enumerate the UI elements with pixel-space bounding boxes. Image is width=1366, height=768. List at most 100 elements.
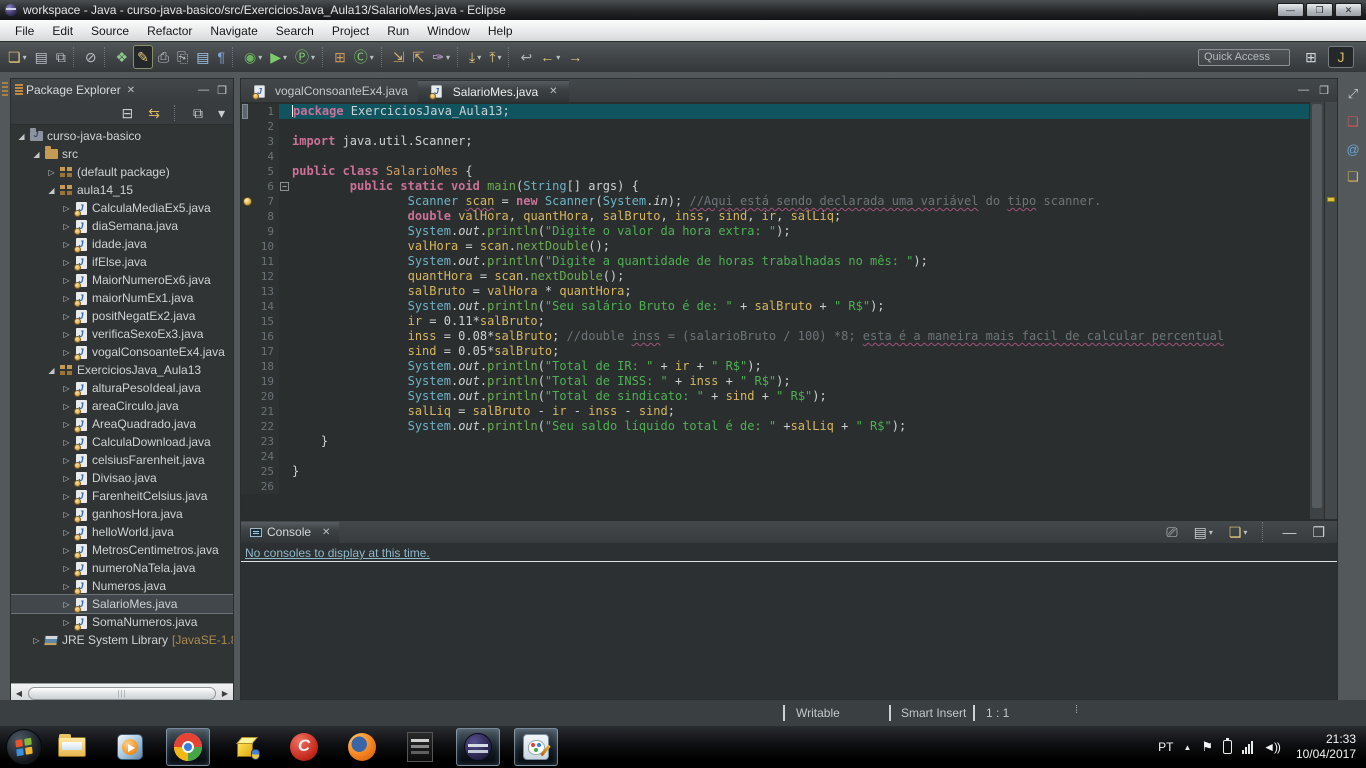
annotate-button[interactable]: ✑▾ bbox=[429, 45, 453, 69]
taskbar-google-chrome-button[interactable] bbox=[166, 728, 210, 766]
new-connection-button[interactable]: ❖ bbox=[113, 45, 132, 69]
close-view-icon[interactable]: ✕ bbox=[127, 85, 135, 96]
link-with-editor-button[interactable]: ⇆ bbox=[145, 101, 163, 125]
warning-marker[interactable] bbox=[1327, 197, 1335, 202]
scrollbar-thumb[interactable] bbox=[1312, 104, 1322, 508]
new-java-class-dropdown-icon[interactable]: ▾ bbox=[370, 53, 374, 62]
tree-item-alturapesoideal-java[interactable]: ▷alturaPesoIdeal.java bbox=[11, 379, 233, 397]
code-line-20[interactable]: 20 System.out.println("Total de sindicat… bbox=[241, 389, 1309, 404]
menu-window[interactable]: Window bbox=[418, 22, 479, 40]
show-hidden-icons-icon[interactable]: ▲ bbox=[1183, 743, 1191, 752]
profile-dropdown-icon[interactable]: ▾ bbox=[311, 53, 315, 62]
code-line-9[interactable]: 9 System.out.println("Digite o valor da … bbox=[241, 224, 1309, 239]
close-console-icon[interactable]: ✕ bbox=[322, 527, 330, 538]
tree-item-areaquadrado-java[interactable]: ▷AreaQuadrado.java bbox=[11, 415, 233, 433]
debug-button[interactable]: ◉▾ bbox=[241, 45, 265, 69]
tree-item-numeros-java[interactable]: ▷Numeros.java bbox=[11, 577, 233, 595]
network-icon[interactable] bbox=[1242, 741, 1253, 754]
next-annotation-button[interactable]: ⤓▾ bbox=[466, 45, 484, 69]
open-console-button[interactable]: ⎚ bbox=[1163, 520, 1180, 544]
menu-source[interactable]: Source bbox=[82, 22, 138, 40]
tree-item-numeronatela-java[interactable]: ▷numeroNaTela.java bbox=[11, 559, 233, 577]
menu-navigate[interactable]: Navigate bbox=[201, 22, 266, 40]
code-line-3[interactable]: 3import java.util.Scanner; bbox=[241, 134, 1309, 149]
code-line-5[interactable]: 5public class SalarioMes { bbox=[241, 164, 1309, 179]
code-line-17[interactable]: 17 sind = 0.05*salBruto; bbox=[241, 344, 1309, 359]
menu-file[interactable]: File bbox=[6, 22, 43, 40]
view-drag-handle[interactable] bbox=[2, 82, 8, 98]
code-line-8[interactable]: 8 double valHora, quantHora, salBruto, i… bbox=[241, 209, 1309, 224]
package-explorer-title[interactable]: Package Explorer bbox=[26, 83, 121, 97]
profile-button[interactable]: Ⓟ▾ bbox=[292, 45, 318, 69]
run-dropdown-icon[interactable]: ▾ bbox=[283, 53, 287, 62]
expand-arrow-icon[interactable]: ▷ bbox=[60, 618, 73, 627]
menu-project[interactable]: Project bbox=[323, 22, 378, 40]
previous-annotation-dropdown-icon[interactable]: ▾ bbox=[497, 53, 501, 62]
tree-item-areacirculo-java[interactable]: ▷areaCirculo.java bbox=[11, 397, 233, 415]
expand-arrow-icon[interactable]: ▷ bbox=[60, 312, 73, 321]
open-resource-button[interactable]: ▤ bbox=[193, 45, 212, 69]
expand-arrow-icon[interactable]: ▷ bbox=[45, 168, 58, 177]
scroll-right-icon[interactable]: ▶ bbox=[217, 689, 233, 698]
code-line-4[interactable]: 4 bbox=[241, 149, 1309, 164]
maximize-editor-button[interactable]: ❒ bbox=[1319, 84, 1329, 97]
editor-vertical-scrollbar[interactable] bbox=[1309, 102, 1324, 519]
code-line-1[interactable]: 1package ExerciciosJava_Aula13; bbox=[241, 104, 1309, 119]
expand-arrow-icon[interactable]: ▷ bbox=[60, 420, 73, 429]
menu-edit[interactable]: Edit bbox=[43, 22, 82, 40]
tree-item-metroscentimetros-java[interactable]: ▷MetrosCentimetros.java bbox=[11, 541, 233, 559]
tree-item-maiornumex1-java[interactable]: ▷maiorNumEx1.java bbox=[11, 289, 233, 307]
start-button[interactable] bbox=[6, 729, 42, 765]
code-line-2[interactable]: 2 bbox=[241, 119, 1309, 134]
expand-arrow-icon[interactable]: ▷ bbox=[30, 636, 43, 645]
show-whitespace-button[interactable]: ¶ bbox=[214, 45, 228, 69]
view-menu-button[interactable]: ▾ bbox=[215, 101, 228, 125]
maximize-view-button[interactable]: ❒ bbox=[217, 84, 227, 97]
java-perspective-button[interactable]: J bbox=[1328, 46, 1354, 68]
menu-help[interactable]: Help bbox=[479, 22, 522, 40]
expand-arrow-icon[interactable]: ▷ bbox=[60, 492, 73, 501]
expand-arrow-icon[interactable]: ▷ bbox=[60, 600, 73, 609]
display-selected-console-dropdown-icon[interactable]: ▾ bbox=[1209, 528, 1213, 537]
code-line-26[interactable]: 26 bbox=[241, 479, 1309, 494]
forward-button[interactable]: → bbox=[565, 45, 585, 69]
taskbar-windows-explorer-button[interactable] bbox=[50, 728, 94, 766]
tree-item-diasemana-java[interactable]: ▷diaSemana.java bbox=[11, 217, 233, 235]
taskbar-eclipse-button[interactable] bbox=[456, 728, 500, 766]
tree-item-celsiusfarenheit-java[interactable]: ▷celsiusFarenheit.java bbox=[11, 451, 233, 469]
code-line-14[interactable]: 14 System.out.println("Seu salário Bruto… bbox=[241, 299, 1309, 314]
editor-tab-vogalconsoanteex4-java[interactable]: vogalConsoanteEx4.java bbox=[241, 80, 418, 102]
menu-search[interactable]: Search bbox=[267, 22, 323, 40]
last-edit-location-button[interactable]: ↩ bbox=[517, 45, 535, 69]
save-all-button[interactable]: ⧉ bbox=[53, 45, 69, 69]
tree-item-vogalconsoanteex4-java[interactable]: ▷vogalConsoanteEx4.java bbox=[11, 343, 233, 361]
expand-arrow-icon[interactable]: ▷ bbox=[60, 582, 73, 591]
code-line-19[interactable]: 19 System.out.println("Total de INSS: " … bbox=[241, 374, 1309, 389]
tree-item-aula14-15[interactable]: ◢aula14_15 bbox=[11, 181, 233, 199]
highlighter-button[interactable]: ✎ bbox=[133, 45, 153, 69]
restore-views-button[interactable]: ⤢ bbox=[1348, 86, 1358, 102]
tree-item-calculadownload-java[interactable]: ▷CalculaDownload.java bbox=[11, 433, 233, 451]
action-center-icon[interactable]: ⚑ bbox=[1201, 739, 1213, 755]
tree-item-somanumeros-java[interactable]: ▷SomaNumeros.java bbox=[11, 613, 233, 631]
expand-arrow-icon[interactable]: ◢ bbox=[30, 150, 43, 159]
code-line-24[interactable]: 24 bbox=[241, 449, 1309, 464]
taskbar-ccleaner-button[interactable] bbox=[282, 728, 326, 766]
collapse-icon[interactable]: − bbox=[280, 182, 289, 191]
new-wizard-button[interactable]: ❏▾ bbox=[5, 45, 30, 69]
expand-arrow-icon[interactable]: ▷ bbox=[60, 438, 73, 447]
overview-ruler[interactable] bbox=[1324, 102, 1337, 519]
debug-dropdown-icon[interactable]: ▾ bbox=[258, 53, 262, 62]
skip-breakpoints-button[interactable]: ⊘ bbox=[82, 45, 100, 69]
next-annotation-dropdown-icon[interactable]: ▾ bbox=[477, 53, 481, 62]
expand-arrow-icon[interactable]: ▷ bbox=[60, 240, 73, 249]
declaration-view-button[interactable]: ❏ bbox=[1347, 169, 1359, 185]
language-indicator[interactable]: PT bbox=[1158, 740, 1173, 754]
annotate-dropdown-icon[interactable]: ▾ bbox=[446, 53, 450, 62]
expand-arrow-icon[interactable]: ▷ bbox=[60, 222, 73, 231]
expand-arrow-icon[interactable]: ▷ bbox=[60, 402, 73, 411]
expand-arrow-icon[interactable]: ▷ bbox=[60, 474, 73, 483]
open-perspective-button[interactable]: ⊞ bbox=[1298, 46, 1324, 68]
close-tab-icon[interactable]: ✕ bbox=[549, 86, 557, 97]
editor-body[interactable]: 1package ExerciciosJava_Aula13;23import … bbox=[241, 102, 1337, 519]
